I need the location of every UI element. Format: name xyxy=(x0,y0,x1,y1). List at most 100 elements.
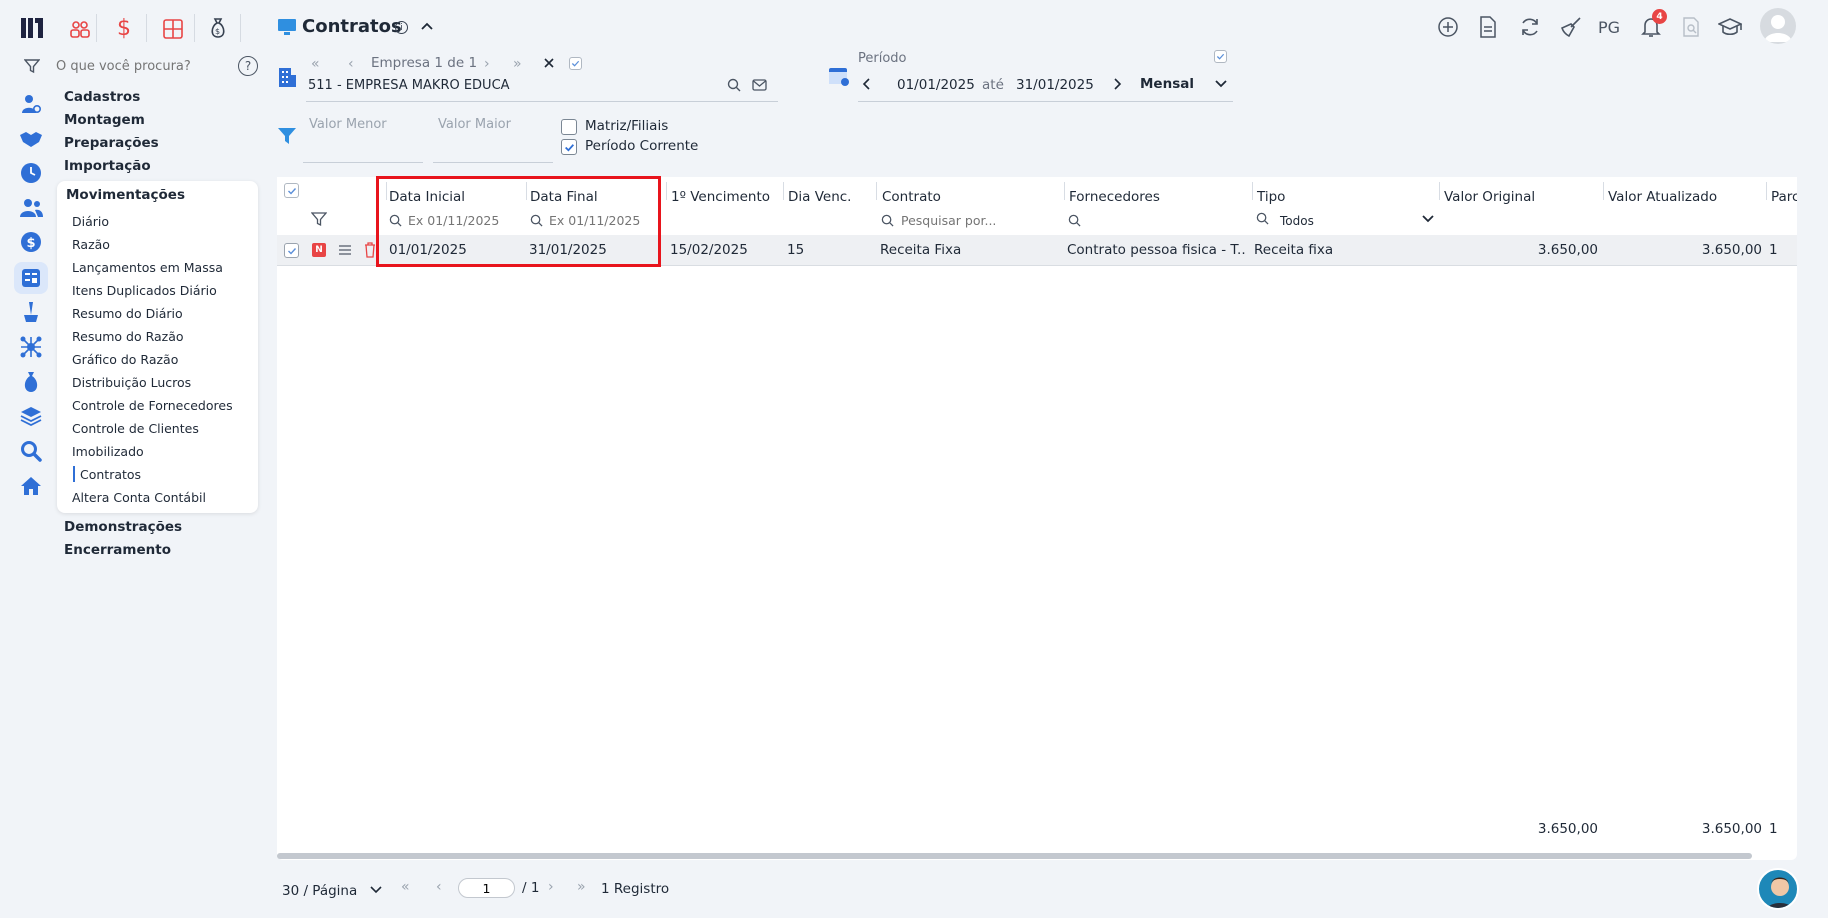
menu-item-razao[interactable]: Razão xyxy=(72,237,110,252)
support-avatar[interactable] xyxy=(1757,868,1799,910)
last-page-icon[interactable]: » xyxy=(577,879,586,895)
cell-tipo[interactable]: Receita fixa xyxy=(1254,242,1333,258)
matriz-filiais-checkbox[interactable] xyxy=(561,119,577,135)
report-search-icon[interactable] xyxy=(1678,14,1704,40)
menu-item-resumo-diario[interactable]: Resumo do Diário xyxy=(72,306,183,321)
menu-item-grafico-razao[interactable]: Gráfico do Razão xyxy=(72,352,178,367)
menu-item-altera-conta[interactable]: Altera Conta Contábil xyxy=(72,490,206,505)
cell-valor-original[interactable]: 3.650,00 xyxy=(1440,242,1598,258)
money-sack-icon[interactable] xyxy=(19,370,43,394)
menu-item-controle-fornecedores[interactable]: Controle de Fornecedores xyxy=(72,398,233,413)
periodo-start[interactable]: 01/01/2025 xyxy=(897,77,975,93)
col-parc[interactable]: Parc xyxy=(1771,189,1797,205)
coin-icon[interactable]: $ xyxy=(19,230,43,254)
dollar-icon[interactable]: $ xyxy=(117,16,131,41)
handshake-icon[interactable] xyxy=(19,127,43,151)
page-number-input[interactable] xyxy=(458,878,515,898)
menu-item-resumo-razao[interactable]: Resumo do Razão xyxy=(72,329,184,344)
menu-section-cadastros[interactable]: Cadastros xyxy=(64,89,140,105)
layers-icon[interactable] xyxy=(19,404,43,428)
cell-vencimento[interactable]: 15/02/2025 xyxy=(670,242,748,258)
col-valor-atualizado[interactable]: Valor Atualizado xyxy=(1608,189,1717,205)
clock-icon[interactable] xyxy=(19,161,43,185)
periodo-next-icon[interactable] xyxy=(1112,78,1122,90)
col-tipo[interactable]: Tipo xyxy=(1257,189,1285,205)
mail-icon[interactable] xyxy=(752,79,767,91)
menu-section-preparacoes[interactable]: Preparações xyxy=(64,135,159,151)
valor-maior-field[interactable]: Valor Maior xyxy=(433,115,553,163)
app-logo[interactable] xyxy=(18,14,46,42)
prev-icon[interactable]: ‹ xyxy=(348,56,354,72)
col-vencimento[interactable]: 1º Vencimento xyxy=(671,189,770,205)
cell-contrato[interactable]: Receita Fixa xyxy=(880,242,961,258)
col-valor-original[interactable]: Valor Original xyxy=(1444,189,1535,205)
help-icon[interactable]: ? xyxy=(238,56,258,76)
document-icon[interactable] xyxy=(1475,14,1501,40)
empresa-value[interactable]: 511 - EMPRESA MAKRO EDUCA xyxy=(308,78,510,93)
menu-item-itens-duplicados[interactable]: Itens Duplicados Diário xyxy=(72,283,217,298)
next-page-icon[interactable]: › xyxy=(548,879,554,895)
broom-icon[interactable] xyxy=(1558,14,1584,40)
network-icon[interactable] xyxy=(19,335,43,359)
col-contrato[interactable]: Contrato xyxy=(882,189,941,205)
users-icon[interactable] xyxy=(19,196,43,220)
prev-page-icon[interactable]: ‹ xyxy=(436,879,442,895)
user-gear-icon[interactable] xyxy=(19,92,43,116)
column-filter-icon[interactable] xyxy=(311,211,327,227)
user-initials[interactable]: PG xyxy=(1598,18,1620,37)
cell-parc[interactable]: 1 xyxy=(1769,242,1778,258)
avatar[interactable] xyxy=(1760,8,1796,44)
filter-contrato-input[interactable] xyxy=(901,211,1051,229)
magnifier-icon[interactable] xyxy=(19,439,43,463)
row-checkbox[interactable] xyxy=(284,243,299,258)
next-icon[interactable]: › xyxy=(484,56,490,72)
cell-valor-atualizado[interactable]: 3.650,00 xyxy=(1604,242,1762,258)
periodo-mode[interactable]: Mensal xyxy=(1140,76,1194,92)
menu-section-encerramento[interactable]: Encerramento xyxy=(64,542,171,558)
ledger-icon[interactable] xyxy=(14,262,48,294)
people-icon[interactable] xyxy=(69,18,91,40)
add-circle-icon[interactable] xyxy=(1435,14,1461,40)
periodo-end[interactable]: 31/01/2025 xyxy=(1016,77,1094,93)
empresa-checkbox[interactable] xyxy=(569,57,582,70)
cell-dia-venc[interactable]: 15 xyxy=(787,242,804,258)
periodo-checkbox[interactable] xyxy=(1214,50,1227,63)
col-fornecedores[interactable]: Fornecedores xyxy=(1069,189,1160,205)
search-icon[interactable] xyxy=(727,78,741,92)
menu-item-lancamentos-massa[interactable]: Lançamentos em Massa xyxy=(72,260,223,275)
chevron-up-icon[interactable] xyxy=(420,21,434,31)
chart-pen-icon[interactable] xyxy=(19,300,43,324)
calculator-icon[interactable] xyxy=(162,18,184,40)
last-page-icon[interactable]: » xyxy=(513,56,522,72)
menu-section-movimentacoes[interactable]: Movimentações xyxy=(66,187,185,203)
menu-item-imobilizado[interactable]: Imobilizado xyxy=(72,444,144,459)
col-dia-venc[interactable]: Dia Venc. xyxy=(788,189,851,205)
money-bag-icon[interactable]: $ xyxy=(208,17,228,39)
search-input[interactable] xyxy=(56,55,231,77)
cell-fornecedores[interactable]: Contrato pessoa fisica - T... xyxy=(1067,242,1247,258)
chevron-down-icon[interactable] xyxy=(1214,79,1228,89)
first-page-icon[interactable]: « xyxy=(311,56,320,72)
per-page-select[interactable]: 30 / Página xyxy=(282,880,388,899)
periodo-corrente-checkbox[interactable] xyxy=(561,139,577,155)
filter-funnel-icon[interactable] xyxy=(277,126,297,146)
info-icon[interactable]: i xyxy=(395,21,408,34)
select-all-checkbox[interactable] xyxy=(284,183,299,198)
search-icon[interactable] xyxy=(1068,214,1081,227)
home-icon[interactable] xyxy=(19,474,43,498)
filter-tipo-select[interactable]: Todos xyxy=(1280,210,1438,228)
horizontal-scrollbar[interactable] xyxy=(277,853,1752,859)
menu-section-montagem[interactable]: Montagem xyxy=(64,112,145,128)
first-page-icon[interactable]: « xyxy=(401,879,410,895)
menu-section-importacao[interactable]: Importação xyxy=(64,158,151,174)
valor-menor-field[interactable]: Valor Menor xyxy=(303,115,423,163)
close-icon[interactable] xyxy=(543,57,555,69)
filter-icon[interactable] xyxy=(24,58,40,74)
graduation-cap-icon[interactable] xyxy=(1717,14,1743,40)
menu-section-demonstracoes[interactable]: Demonstrações xyxy=(64,519,182,535)
row-menu-icon[interactable] xyxy=(338,244,352,256)
menu-item-diario[interactable]: Diário xyxy=(72,214,109,229)
menu-item-controle-clientes[interactable]: Controle de Clientes xyxy=(72,421,199,436)
menu-item-contratos[interactable]: Contratos xyxy=(80,467,141,482)
row-delete-icon[interactable] xyxy=(364,242,376,258)
